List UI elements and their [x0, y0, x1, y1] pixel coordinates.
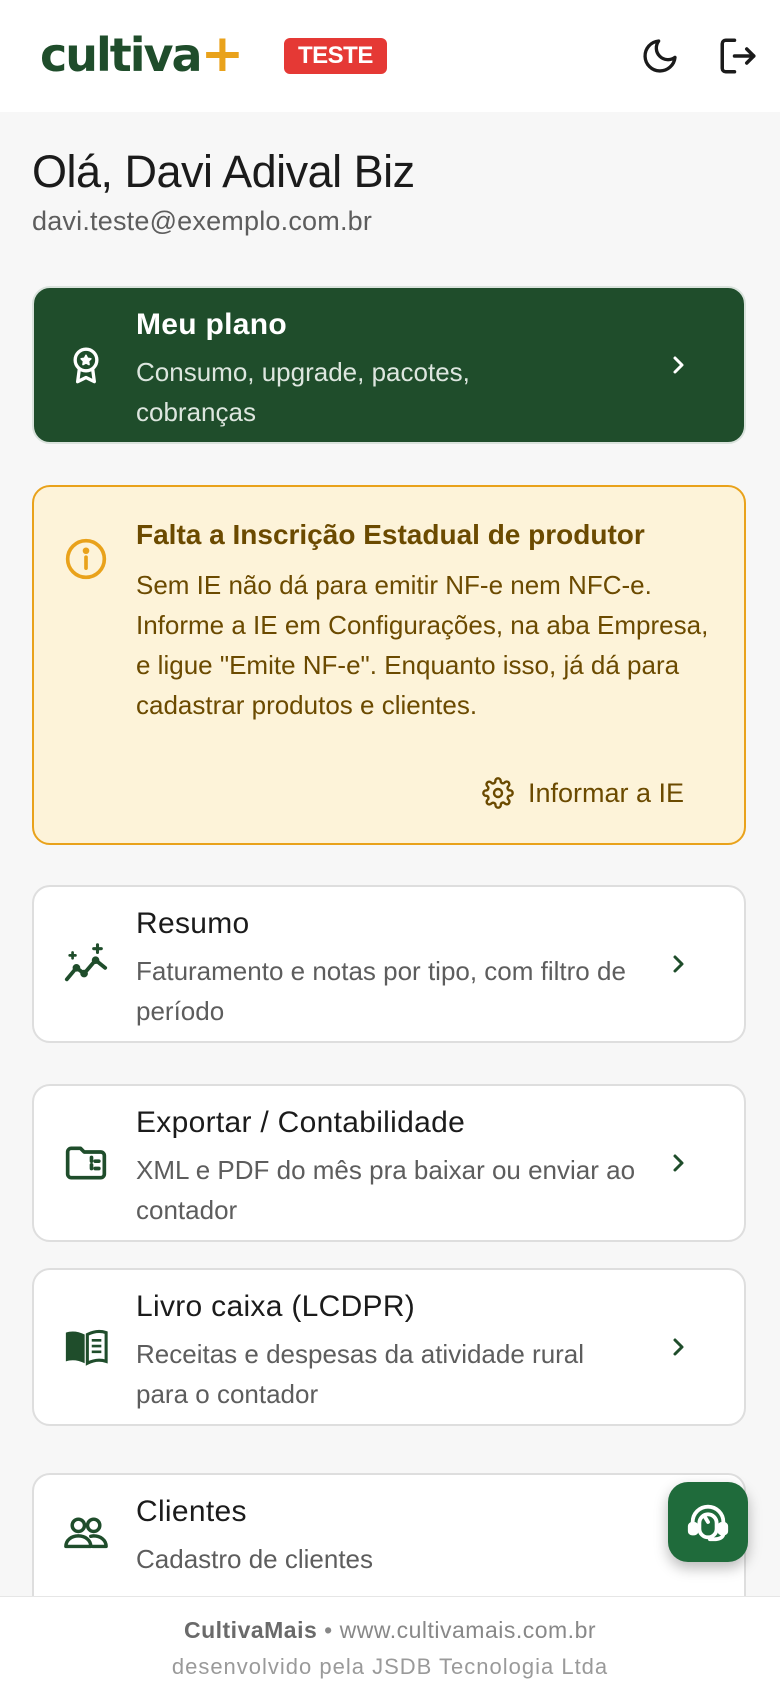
chart-sparkle-icon	[62, 940, 110, 988]
folder-export-icon	[62, 1139, 110, 1187]
menu-item-subtitle: Receitas e despesas da atividade rural p…	[136, 1339, 585, 1409]
footer: CultivaMais • www.cultivamais.com.br des…	[0, 1596, 780, 1688]
chevron-right-icon	[664, 1333, 692, 1361]
warning-title: Falta a Inscrição Estadual de produtor	[136, 519, 645, 550]
menu-item-title: Livro caixa (LCDPR)	[136, 1290, 416, 1323]
footer-credit: desenvolvido pela JSDB Tecnologia Ltda	[171, 1654, 609, 1679]
menu-item-title: Resumo	[136, 907, 250, 940]
users-icon	[62, 1509, 110, 1557]
inform-ie-label: Informar a IE	[527, 777, 684, 808]
menu-item-resumo[interactable]: Resumo Faturamento e notas por tipo, com…	[32, 885, 746, 1043]
info-icon	[62, 535, 110, 583]
footer-separator: •	[317, 1617, 340, 1643]
plan-title: Meu plano	[136, 308, 288, 341]
menu-item-exportar[interactable]: Exportar / Contabilidade XML e PDF do mê…	[32, 1084, 746, 1242]
gear-icon	[482, 777, 514, 809]
menu-item-title: Exportar / Contabilidade	[136, 1106, 466, 1139]
theme-toggle-button[interactable]	[638, 34, 682, 78]
logo: cultiva+	[40, 24, 244, 84]
logout-button[interactable]	[716, 34, 760, 78]
award-badge-icon	[62, 341, 110, 389]
chevron-right-icon	[664, 351, 692, 379]
headset-support-icon	[687, 1504, 729, 1542]
top-bar: cultiva+ TESTE	[0, 0, 780, 112]
menu-item-subtitle: Faturamento e notas por tipo, com filtro…	[136, 956, 626, 1026]
book-icon	[62, 1323, 110, 1371]
chevron-right-icon	[664, 1149, 692, 1177]
support-button[interactable]	[668, 1482, 748, 1562]
menu-item-subtitle: Cadastro de clientes	[136, 1544, 374, 1574]
warning-text: Sem IE não dá para emitir NF-e nem NFC-e…	[136, 570, 709, 720]
footer-site-link[interactable]: www.cultivamais.com.br	[340, 1617, 596, 1643]
ie-warning-card: Falta a Inscrição Estadual de produtor S…	[32, 485, 746, 845]
inform-ie-button[interactable]: Informar a IE	[482, 777, 684, 809]
moon-icon	[643, 39, 677, 73]
plan-card[interactable]: Meu plano Consumo, upgrade, pacotes, cob…	[32, 286, 746, 444]
footer-brand: CultivaMais	[183, 1617, 318, 1643]
chevron-right-icon	[664, 950, 692, 978]
menu-item-subtitle: XML e PDF do mês pra baixar ou enviar ao…	[136, 1155, 636, 1225]
plan-subtitle: Consumo, upgrade, pacotes, cobranças	[136, 357, 470, 427]
env-badge: TESTE	[284, 38, 387, 74]
page-title: Olá, Davi Adival Biz	[32, 146, 415, 197]
logout-icon	[720, 38, 756, 74]
menu-item-title: Clientes	[136, 1495, 247, 1528]
menu-item-livro-caixa[interactable]: Livro caixa (LCDPR) Receitas e despesas …	[32, 1268, 746, 1426]
user-email: davi.teste@exemplo.com.br	[32, 206, 373, 236]
